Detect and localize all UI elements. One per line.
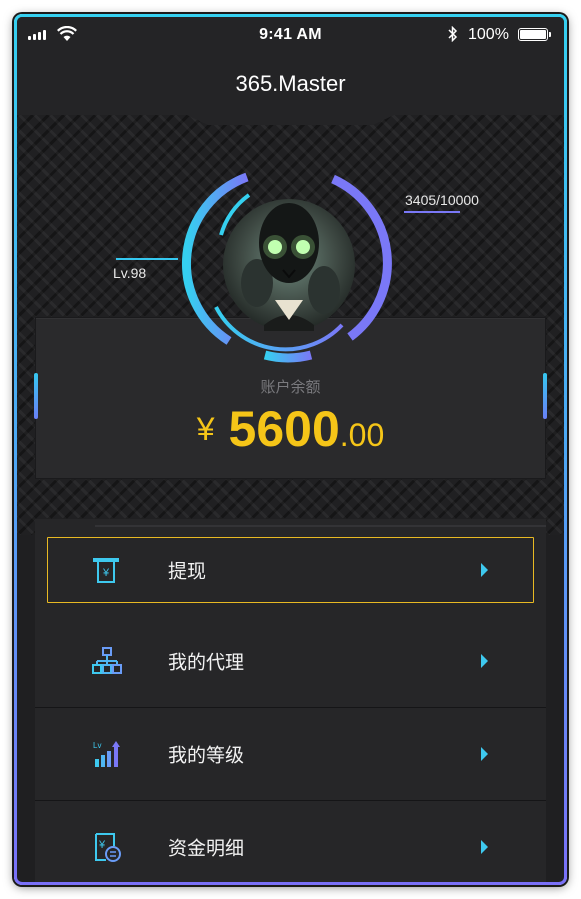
svg-text:¥: ¥ — [98, 839, 106, 851]
chevron-right-icon — [481, 840, 488, 854]
balance-label: 账户余额 — [260, 379, 321, 396]
withdraw-icon: ¥ — [93, 558, 119, 583]
menu-item-withdraw[interactable]: ¥ 提现 — [47, 537, 534, 603]
menu-item-label: 资金明细 — [168, 838, 245, 860]
svg-text:¥: ¥ — [102, 567, 110, 579]
chevron-right-icon — [481, 654, 488, 668]
org-chart-icon — [92, 647, 122, 674]
page-title: 365.Master — [235, 71, 346, 96]
svg-text:Lv: Lv — [93, 741, 101, 750]
menu-item-fund-details[interactable]: ¥ 资金明细 — [35, 801, 546, 882]
app-screen: 9:41 AM 100% 365.Master 账户余额 ¥5600.00 Lv… — [17, 17, 564, 882]
bluetooth-icon — [448, 26, 458, 42]
balance-amount: ¥5600.00 — [36, 400, 545, 458]
menu-item-label: 我的等级 — [168, 745, 245, 767]
menu-item-my-level[interactable]: Lv 我的等级 — [35, 708, 546, 801]
battery-icon — [518, 28, 551, 41]
battery-percent: 100% — [468, 26, 509, 43]
level-label: Lv.98 — [113, 265, 147, 281]
phone-frame: 9:41 AM 100% 365.Master 账户余额 ¥5600.00 Lv… — [14, 14, 567, 885]
nav-bar: 365.Master — [17, 55, 564, 117]
currency-symbol: ¥ — [196, 411, 215, 447]
menu-item-label: 提现 — [168, 561, 207, 583]
balance-decimal: .00 — [339, 417, 385, 453]
avatar — [223, 199, 355, 331]
chevron-right-icon — [481, 563, 488, 577]
menu-item-label: 我的代理 — [168, 652, 245, 674]
status-bar: 9:41 AM 100% — [17, 17, 564, 55]
menu-item-my-agents[interactable]: 我的代理 — [35, 615, 546, 708]
experience-label: 3405/10000 — [405, 192, 479, 208]
avatar-ring — [182, 172, 392, 363]
level-chart-icon: Lv — [93, 741, 120, 767]
balance-integer: 5600 — [228, 401, 340, 457]
fund-detail-icon: ¥ — [95, 833, 121, 862]
profile-hero: 账户余额 ¥5600.00 Lv.98 3405/10000 — [17, 115, 564, 535]
chevron-right-icon — [481, 747, 488, 761]
menu-list: ¥ 提现 我的代理 Lv 我的等级 ¥ 资金明细 — [35, 519, 546, 882]
